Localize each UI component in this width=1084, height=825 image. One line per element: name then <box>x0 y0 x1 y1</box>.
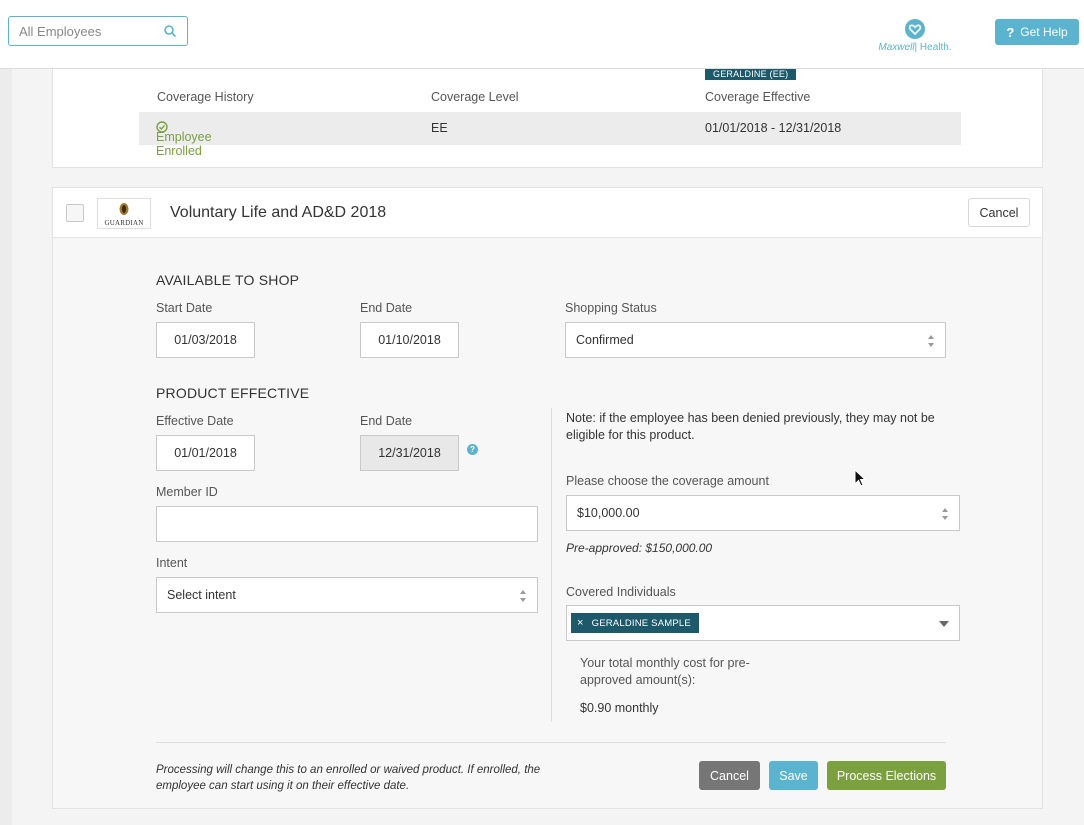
total-monthly-cost-label: Your total monthly cost for pre-approved… <box>580 656 750 687</box>
effective-end-date-label: End Date <box>360 414 413 428</box>
shopping-status-select[interactable]: Confirmed <box>565 322 946 358</box>
coverage-effective-value: 01/01/2018 - 12/31/2018 <box>705 121 842 135</box>
start-date-label: Start Date <box>156 301 213 315</box>
page-scrollbar[interactable] <box>0 69 12 825</box>
effective-date-field[interactable]: 01/01/2018 <box>156 435 255 471</box>
available-to-shop-title: AVAILABLE TO SHOP <box>156 272 300 288</box>
effective-end-date-field: 12/31/2018 <box>360 435 459 471</box>
column-divider <box>551 408 552 722</box>
intent-select[interactable]: Select intent <box>156 577 538 613</box>
maxwell-health-logo: Maxwell| Health. <box>870 18 960 58</box>
cancel-product-button[interactable]: Cancel <box>968 198 1030 227</box>
enrolled-status: Employee Enrolled <box>156 121 212 158</box>
covered-individuals-label: Covered Individuals <box>566 585 676 599</box>
carrier-logo: GUARDIAN <box>97 198 151 229</box>
coverage-history-header: Coverage History <box>157 90 254 104</box>
product-title: Voluntary Life and AD&D 2018 <box>170 204 387 221</box>
employee-search[interactable] <box>8 16 188 46</box>
chip-remove-icon[interactable]: × <box>577 617 584 629</box>
shopping-status-value: Confirmed <box>576 333 634 347</box>
mouse-cursor-icon <box>854 469 866 487</box>
processing-note: Processing will change this to an enroll… <box>156 764 541 792</box>
end-date-field[interactable]: 01/10/2018 <box>360 322 459 358</box>
intent-label: Intent <box>156 556 188 570</box>
question-icon: ? <box>1006 24 1015 40</box>
end-date-label: End Date <box>360 301 413 315</box>
member-id-input[interactable] <box>156 506 538 542</box>
product-card-header: GUARDIAN Voluntary Life and AD&D 2018 Ca… <box>53 188 1042 238</box>
logo-brand-text: Maxwell <box>878 42 915 53</box>
help-info-icon[interactable]: ? <box>467 444 478 455</box>
coverage-effective-header: Coverage Effective <box>705 90 811 104</box>
select-arrows-icon <box>520 590 526 602</box>
get-help-label: Get Help <box>1020 25 1068 39</box>
product-form: AVAILABLE TO SHOP Start Date 01/03/2018 … <box>53 238 1042 808</box>
covered-individual-chip: × GERALDINE SAMPLE <box>571 613 699 633</box>
coverage-amount-select[interactable]: $10,000.00 <box>566 495 960 531</box>
select-arrows-icon <box>942 508 948 520</box>
covered-individuals-select[interactable]: × GERALDINE SAMPLE <box>566 605 960 641</box>
process-elections-button[interactable]: Process Elections <box>827 761 946 790</box>
preapproved-amount: Pre-approved: $150,000.00 <box>566 541 713 555</box>
product-card: GUARDIAN Voluntary Life and AD&D 2018 Ca… <box>52 187 1043 809</box>
chevron-down-icon[interactable] <box>939 621 949 627</box>
coverage-history-card: GERALDINE (EE) Coverage History Coverage… <box>52 69 1043 168</box>
intent-value: Select intent <box>167 588 236 602</box>
member-tag: GERALDINE (EE) <box>705 69 797 80</box>
total-monthly-cost-value: $0.90 monthly <box>580 701 659 715</box>
save-button[interactable]: Save <box>769 761 818 790</box>
cancel-button[interactable]: Cancel <box>699 761 760 790</box>
shopping-status-label: Shopping Status <box>565 301 657 315</box>
carrier-name: GUARDIAN <box>104 219 144 227</box>
top-bar: Maxwell| Health. ? Get Help <box>0 0 1084 69</box>
guardian-shield-icon <box>119 203 129 215</box>
coverage-amount-label: Please choose the coverage amount <box>566 474 769 488</box>
eligibility-note: Note: if the employee has been denied pr… <box>566 411 935 442</box>
footer-divider <box>156 742 946 743</box>
enrolled-status-text: Employee Enrolled <box>156 130 212 158</box>
search-input[interactable] <box>9 17 154 45</box>
coverage-level-header: Coverage Level <box>431 90 519 104</box>
start-date-field[interactable]: 01/03/2018 <box>156 322 255 358</box>
get-help-button[interactable]: ? Get Help <box>995 19 1079 45</box>
effective-date-label: Effective Date <box>156 414 234 428</box>
logo-suffix-text: | Health. <box>914 42 952 53</box>
coverage-level-value: EE <box>431 121 448 135</box>
product-effective-title: PRODUCT EFFECTIVE <box>156 385 310 401</box>
search-icon[interactable] <box>163 24 177 38</box>
heart-logo-icon <box>905 19 925 39</box>
chip-label: GERALDINE SAMPLE <box>591 617 691 629</box>
coverage-amount-value: $10,000.00 <box>577 506 640 520</box>
product-select-checkbox[interactable] <box>66 204 84 222</box>
table-row: Employee Enrolled EE 01/01/2018 - 12/31/… <box>139 112 961 158</box>
select-arrows-icon <box>928 335 934 347</box>
member-id-label: Member ID <box>156 485 218 499</box>
